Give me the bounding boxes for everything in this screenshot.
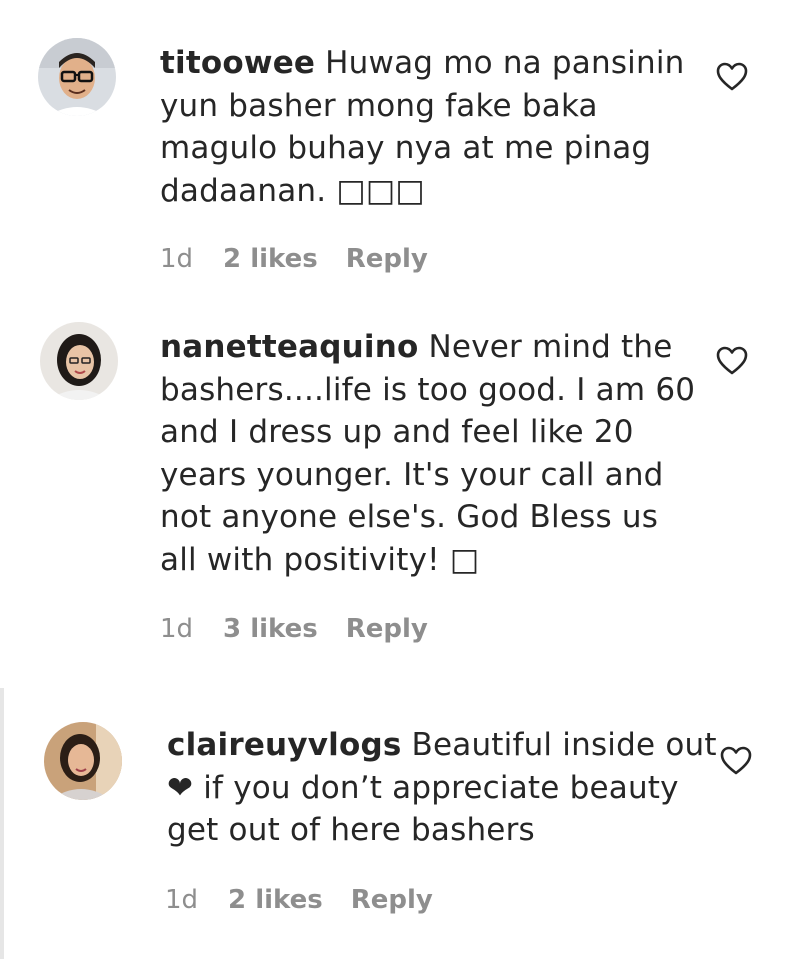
comment-text-line: Beautiful inside out: [411, 727, 717, 763]
comment-item: nanetteaquino Never mind the bashers....l…: [0, 300, 800, 690]
comment-meta: 1d 2 likes Reply: [160, 244, 428, 274]
comment-text-line: dadaanan. □□□: [160, 172, 425, 209]
comment-username[interactable]: titoowee: [160, 45, 315, 81]
comment-likes[interactable]: 2 likes: [228, 885, 323, 915]
comment-item: claireuyvlogs Beautiful inside out ❤ if y…: [0, 690, 800, 959]
comment-meta: 1d 3 likes Reply: [160, 614, 428, 644]
comment-text-line: and I dress up and feel like 20: [160, 414, 634, 450]
comment-text: nanetteaquino Never mind the bashers....l…: [160, 326, 695, 581]
reply-button[interactable]: Reply: [351, 885, 433, 915]
comment-likes[interactable]: 2 likes: [223, 244, 318, 274]
comment-text-line: magulo buhay nya at me pinag: [160, 130, 652, 166]
avatar-photo-woman-icon: [40, 322, 118, 400]
avatar[interactable]: [40, 322, 118, 400]
comment-text-line: Huwag mo na pansinin: [325, 45, 685, 81]
comment-likes[interactable]: 3 likes: [223, 614, 318, 644]
avatar[interactable]: [44, 722, 122, 800]
comment-time: 1d: [165, 885, 199, 915]
reply-button[interactable]: Reply: [346, 614, 428, 644]
comment-text: claireuyvlogs Beautiful inside out ❤ if y…: [167, 724, 717, 852]
comment-text: titoowee Huwag mo na pansinin yun basher …: [160, 42, 685, 212]
like-heart-icon[interactable]: [716, 346, 748, 376]
comment-text-line: years younger. It's your call and: [160, 456, 664, 493]
comment-text-line: bashers....life is too good. I am 60: [160, 371, 696, 408]
reply-button[interactable]: Reply: [346, 244, 428, 274]
comment-text-line: not anyone else's. God Bless us: [160, 499, 659, 535]
comment-text-line: Never mind the: [428, 329, 673, 365]
avatar[interactable]: [38, 38, 116, 116]
comment-item: titoowee Huwag mo na pansinin yun basher …: [0, 0, 800, 300]
comment-text-line: get out of here bashers: [167, 812, 535, 848]
comment-time: 1d: [160, 244, 194, 274]
comment-meta: 1d 2 likes Reply: [165, 885, 433, 915]
comment-time: 1d: [160, 614, 194, 644]
avatar-photo-man-glasses-icon: [38, 38, 116, 116]
like-heart-icon[interactable]: [720, 746, 752, 776]
comment-text-line: all with positivity! □: [160, 541, 480, 578]
comment-text-line: yun basher mong fake baka: [160, 87, 598, 124]
like-heart-icon[interactable]: [716, 62, 748, 92]
avatar-photo-woman-icon: [44, 722, 122, 800]
comment-username[interactable]: claireuyvlogs: [167, 727, 402, 763]
comment-text-line: ❤ if you don’t appreciate beauty: [167, 769, 679, 806]
comment-username[interactable]: nanetteaquino: [160, 329, 419, 365]
